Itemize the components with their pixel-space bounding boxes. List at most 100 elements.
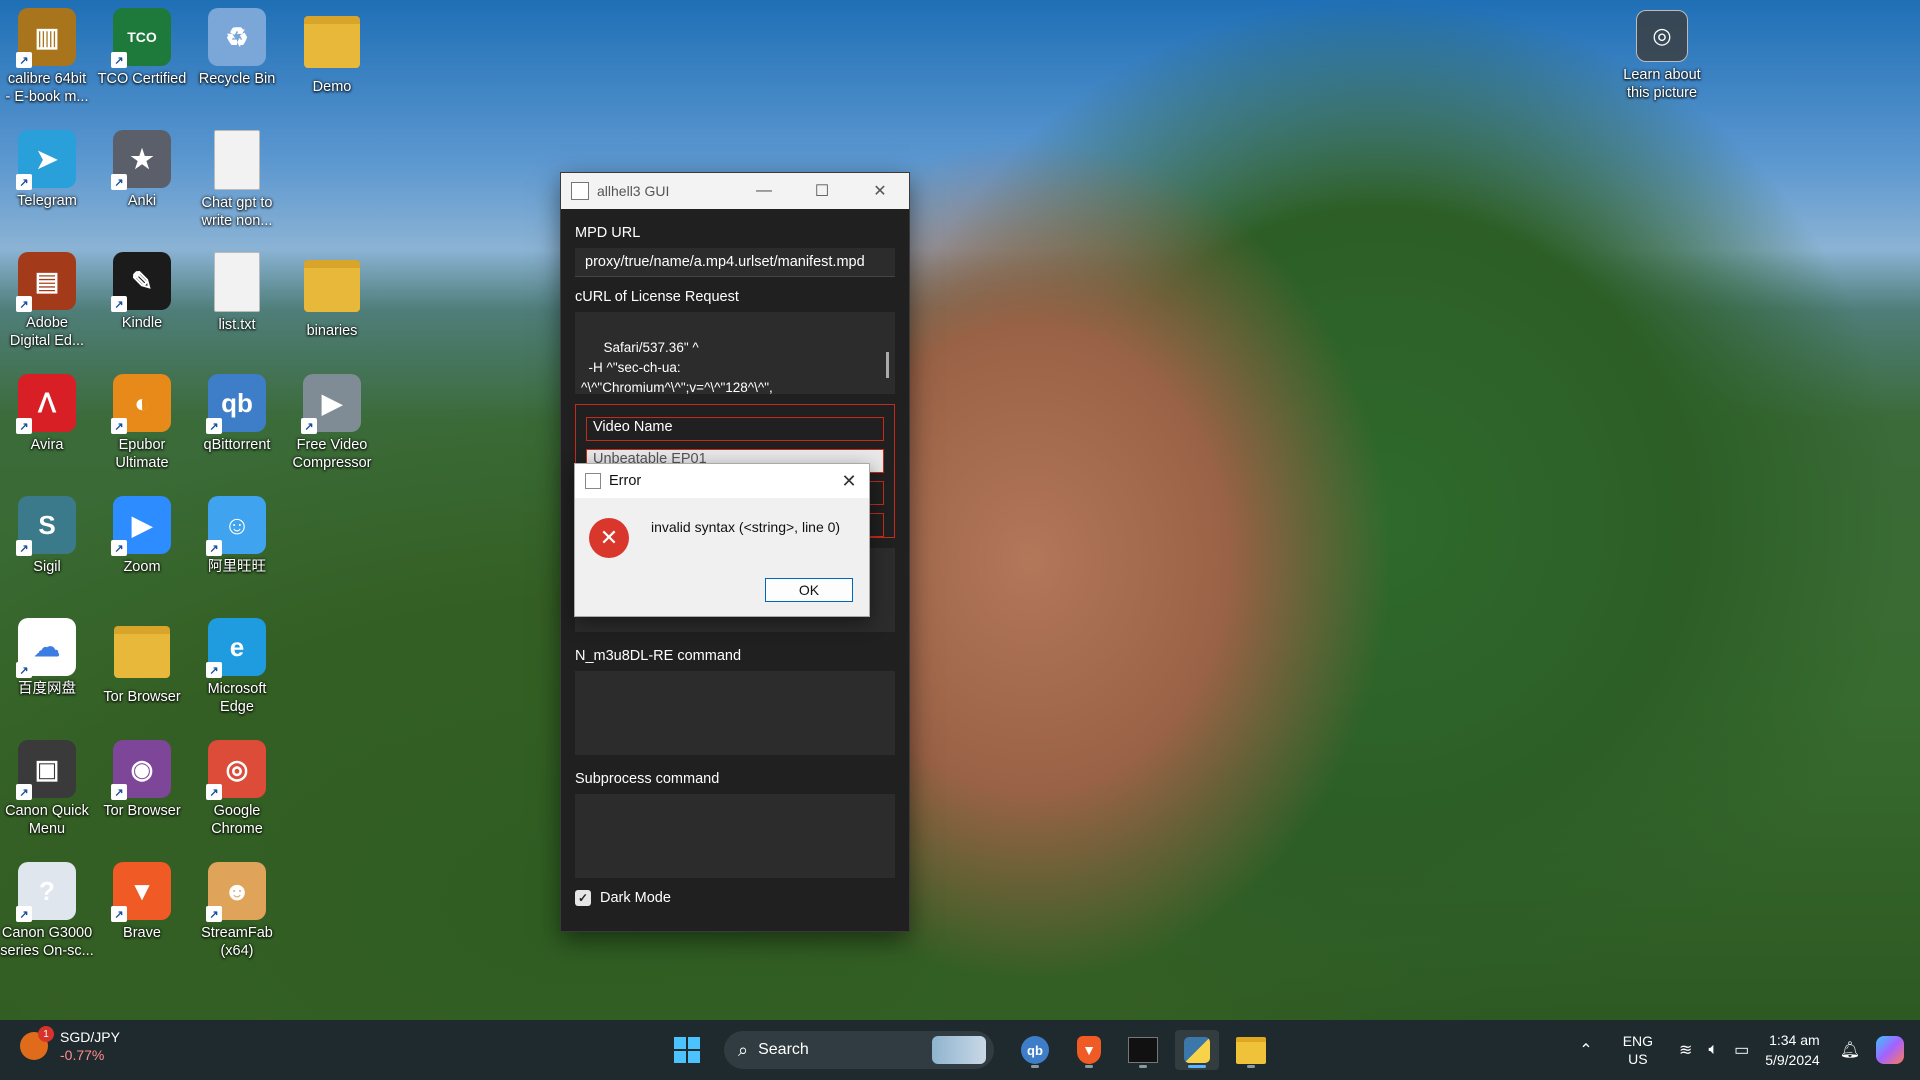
learn-about-picture-label: Learn about this picture [1623,67,1701,101]
search-icon: ⌕ [738,1039,749,1060]
shortcut-arrow-icon: ↗ [206,662,222,678]
shortcut-arrow-icon: ↗ [206,784,222,800]
checkbox-checked-icon[interactable]: ✓ [575,890,591,906]
desktop-icon-label: list.txt [218,317,256,333]
close-icon[interactable]: ✕ [829,471,869,492]
curl-scrollbar[interactable] [886,352,889,378]
desktop-icon-tor-browser[interactable]: ◉ ↗ Tor Browser [95,740,189,820]
desktop-icon-avira[interactable]: ᐱ ↗ Avira [0,374,94,454]
subprocess-command-box[interactable] [575,794,895,878]
mpd-url-input[interactable]: proxy/true/name/a.mp4.urlset/manifest.mp… [575,248,895,277]
desktop-icon-telegram[interactable]: ➤ ↗ Telegram [0,130,94,210]
maximize-icon[interactable]: ☐ [793,173,851,209]
error-dialog-title: Error [609,473,642,489]
desktop-icon-canon-quick-menu[interactable]: ▣ ↗ Canon Quick Menu [0,740,94,838]
clock-date: 5/9/2024 [1765,1052,1820,1068]
language-indicator[interactable]: ENG US [1623,1032,1653,1068]
shortcut-arrow-icon: ↗ [111,296,127,312]
dark-mode-toggle[interactable]: ✓ Dark Mode [575,890,895,906]
desktop-icon-zoom[interactable]: ▶ ↗ Zoom [95,496,189,576]
epubor-icon: ◐ ↗ [111,374,171,434]
shortcut-arrow-icon: ↗ [16,906,32,922]
sigil-icon: S ↗ [16,496,76,556]
shortcut-arrow-icon: ↗ [301,418,317,434]
taskbar-file-explorer[interactable] [1229,1030,1273,1070]
battery-icon[interactable]: ▭ [1734,1040,1749,1060]
desktop-icon-kindle[interactable]: ✎ ↗ Kindle [95,252,189,332]
desktop-icon-label: Epubor Ultimate [115,437,169,471]
desktop-icon-video-compressor[interactable]: ▶ ↗ Free Video Compressor [285,374,379,472]
ok-button[interactable]: OK [765,578,853,602]
shortcut-arrow-icon: ↗ [16,52,32,68]
copilot-icon[interactable] [1876,1036,1904,1064]
desktop-icon-label: qBittorrent [203,437,271,453]
desktop-icon-text-file[interactable]: list.txt [190,252,284,334]
n-m3u8dl-command-box[interactable] [575,671,895,755]
desktop-icon-label: TCO Certified [97,71,187,87]
taskbar-python[interactable] [1175,1030,1219,1070]
shortcut-arrow-icon: ↗ [111,906,127,922]
desktop-icon-text-file[interactable]: Chat gpt to write non... [190,130,284,230]
shortcut-arrow-icon: ↗ [16,174,32,190]
desktop-icon-label: Kindle [121,315,163,331]
show-hidden-icons-chevron-icon[interactable]: ⌃ [1579,1040,1592,1060]
canon-quick-menu-icon: ▣ ↗ [16,740,76,800]
tor-browser-icon: ◉ ↗ [111,740,171,800]
taskbar-brave[interactable]: ▼ [1067,1030,1111,1070]
desktop-icon-edge[interactable]: e ↗ Microsoft Edge [190,618,284,716]
desktop-icon-sigil[interactable]: S ↗ Sigil [0,496,94,576]
desktop-icon-aliwangwang[interactable]: ☺ ↗ 阿里旺旺 [190,496,284,576]
desktop-icon-qbittorrent[interactable]: qb ↗ qBittorrent [190,374,284,454]
search-label: Search [758,1041,809,1058]
desktop-icon-brave[interactable]: ▼ ↗ Brave [95,862,189,942]
stock-ticker-icon: 1 [20,1026,54,1060]
mpd-url-label: MPD URL [575,225,641,241]
close-icon[interactable]: ✕ [851,173,909,209]
taskbar-qbittorrent[interactable]: qb [1013,1030,1057,1070]
clock[interactable]: 1:34 am 5/9/2024 [1765,1030,1820,1070]
desktop-icon-calibre[interactable]: ▥ ↗ calibre 64bit - E-book m... [0,8,94,106]
baidu-netdisk-icon: ☁ ↗ [16,618,76,678]
desktop-icon-recycle-bin[interactable]: ♻ Recycle Bin [190,8,284,88]
video-name-label: Video Name [586,417,884,441]
desktop-icon-canon-manual[interactable]: ? ↗ Canon G3000 series On-sc... [0,862,94,960]
desktop-icon-adobe-digital-editions[interactable]: ▤ ↗ Adobe Digital Ed... [0,252,94,350]
start-button[interactable] [665,1030,709,1070]
notifications-bell-icon[interactable]: 🔔︎ [1840,1040,1860,1060]
desktop-icon-tco-certified[interactable]: TCO ↗ TCO Certified [95,8,189,88]
volume-icon[interactable]: 🔈︎ [1708,1041,1718,1059]
error-message: invalid syntax (<string>, line 0) [651,519,841,535]
desktop-icon-label: Canon G3000 series On-sc... [0,925,94,959]
taskbar-terminal[interactable] [1121,1030,1165,1070]
desktop-icon-folder[interactable]: Demo [285,8,379,96]
window-title-bar[interactable]: allhell3 GUI — ☐ ✕ [561,173,909,209]
desktop-icon-label: Free Video Compressor [292,437,372,471]
minimize-icon[interactable]: — [735,173,793,209]
error-dialog-title-bar[interactable]: Error ✕ [575,464,869,498]
weather-widget[interactable]: 1 SGD/JPY -0.77% [20,1026,120,1064]
shortcut-arrow-icon: ↗ [16,784,32,800]
recycle-bin-icon: ♻ [208,8,266,66]
shortcut-arrow-icon: ↗ [206,540,222,556]
terminal-icon [1128,1037,1158,1063]
curl-textarea[interactable]: Safari/537.36" ^ -H ^"sec-ch-ua: ^\^"Chr… [575,312,895,394]
desktop-icon-baidu-netdisk[interactable]: ☁ ↗ 百度网盘 [0,618,94,698]
taskbar-search[interactable]: ⌕ Search [724,1031,994,1069]
desktop-icon-folder[interactable]: Tor Browser [95,618,189,706]
desktop-icon-epubor[interactable]: ◐ ↗ Epubor Ultimate [95,374,189,472]
desktop-icon-streamfab[interactable]: ☻ ↗ StreamFab (x64) [190,862,284,960]
anki-icon: ★ ↗ [111,130,171,190]
telegram-icon: ➤ ↗ [16,130,76,190]
curl-text: Safari/537.36" ^ -H ^"sec-ch-ua: ^\^"Chr… [581,340,773,394]
desktop-icon-label: 百度网盘 [18,681,76,697]
learn-about-picture[interactable]: ◎ Learn about this picture [1614,10,1710,102]
shortcut-arrow-icon: ↗ [206,418,222,434]
desktop-icon-folder[interactable]: binaries [285,252,379,340]
desktop-icon-chrome[interactable]: ◎ ↗ Google Chrome [190,740,284,838]
active-indicator [1188,1065,1206,1068]
brave-icon: ▼ ↗ [111,862,171,922]
desktop-icon-anki[interactable]: ★ ↗ Anki [95,130,189,210]
desktop-icon-label: Sigil [33,559,61,575]
window-title: allhell3 GUI [597,183,670,199]
wifi-icon[interactable]: ≋ [1679,1040,1692,1060]
